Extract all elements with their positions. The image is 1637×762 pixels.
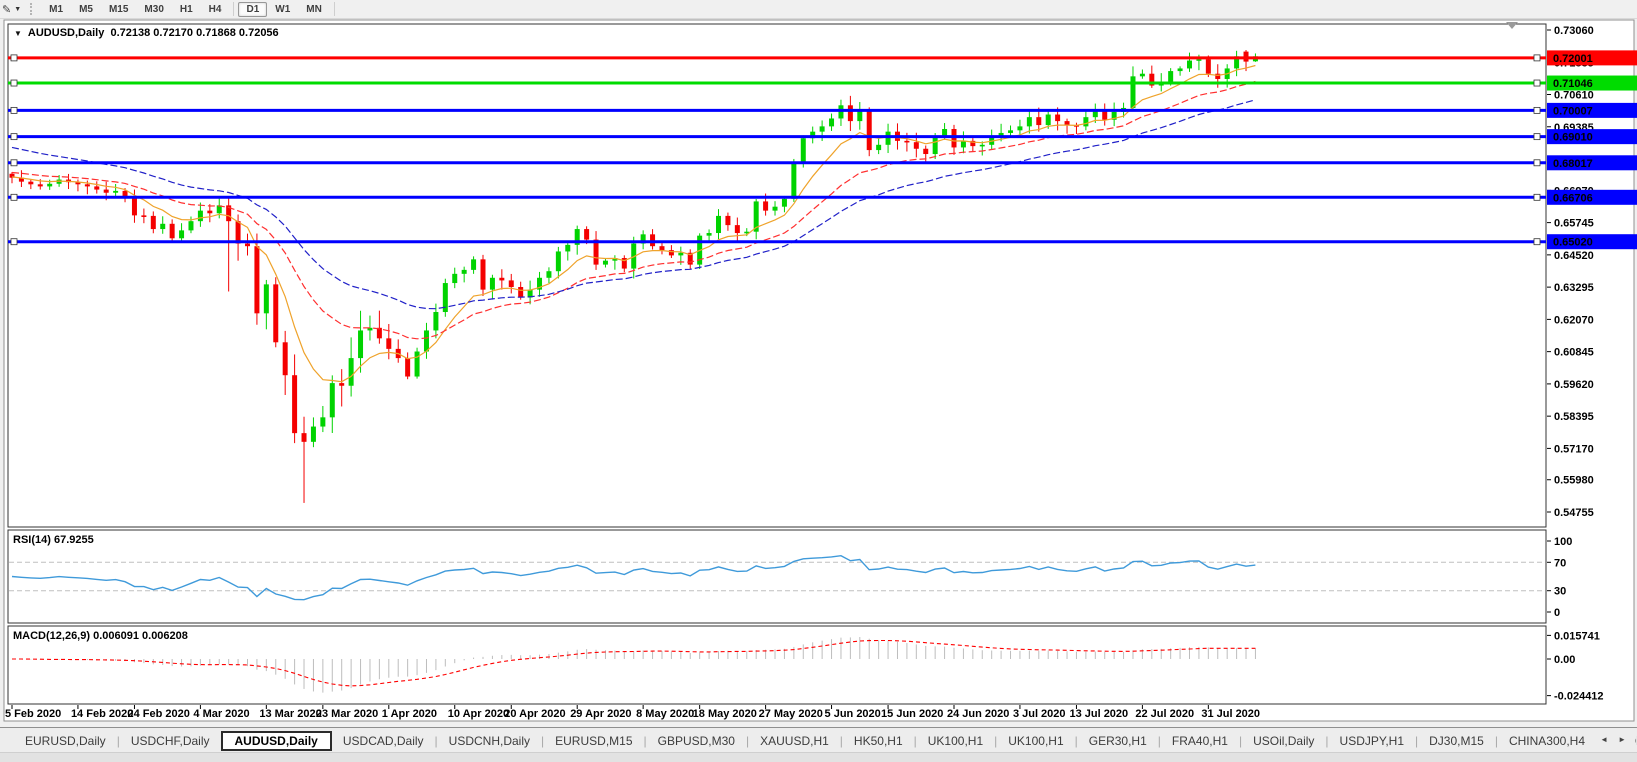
svg-text:18 May 2020: 18 May 2020 <box>693 708 757 720</box>
chart-canvas[interactable]: 0.730600.718350.706100.693850.681600.669… <box>0 0 1637 727</box>
tab-eurusd-daily[interactable]: EURUSD,Daily <box>14 732 117 750</box>
chart-tab-bar: EURUSD,Daily|USDCHF,DailyAUDUSD,DailyUSD… <box>0 727 1637 753</box>
svg-text:0.68017: 0.68017 <box>1553 158 1593 170</box>
chart-title: ▼ AUDUSD,Daily 0.72138 0.72170 0.71868 0.… <box>14 27 279 39</box>
svg-text:0.64520: 0.64520 <box>1554 250 1594 262</box>
svg-text:13 Mar 2020: 13 Mar 2020 <box>259 708 321 720</box>
svg-text:0: 0 <box>1554 607 1560 619</box>
svg-text:24 Jun 2020: 24 Jun 2020 <box>947 708 1009 720</box>
tab-usoil-daily[interactable]: USOil,Daily <box>1242 732 1325 750</box>
rsi-indicator-label: RSI(14) 67.9255 <box>13 534 94 546</box>
svg-text:70: 70 <box>1554 557 1566 569</box>
status-strip <box>0 752 1637 762</box>
tab-dj30-m15[interactable]: DJ30,M15 <box>1418 732 1495 750</box>
svg-text:5 Feb 2020: 5 Feb 2020 <box>5 708 61 720</box>
tab-china300-h4[interactable]: CHINA300,H4 <box>1498 732 1596 750</box>
tab-usdchf-daily[interactable]: USDCHF,Daily <box>120 732 221 750</box>
svg-text:0.69010: 0.69010 <box>1553 132 1593 144</box>
tab-ger30-h1[interactable]: GER30,H1 <box>1078 732 1158 750</box>
svg-text:0.58395: 0.58395 <box>1554 411 1594 423</box>
svg-text:0.59620: 0.59620 <box>1554 379 1594 391</box>
collapse-indicator-icon[interactable]: ▼ <box>14 29 22 38</box>
tab-fra40-h1[interactable]: FRA40,H1 <box>1161 732 1239 750</box>
svg-text:0.57170: 0.57170 <box>1554 443 1594 455</box>
svg-text:15 Jun 2020: 15 Jun 2020 <box>881 708 943 720</box>
svg-text:0.66706: 0.66706 <box>1553 192 1593 204</box>
svg-text:0.70610: 0.70610 <box>1554 90 1594 102</box>
svg-text:0.65745: 0.65745 <box>1554 218 1594 230</box>
svg-text:10 Apr 2020: 10 Apr 2020 <box>448 708 509 720</box>
svg-text:23 Mar 2020: 23 Mar 2020 <box>316 708 378 720</box>
svg-text:0.72001: 0.72001 <box>1553 53 1593 65</box>
svg-text:-0.024412: -0.024412 <box>1554 691 1604 703</box>
svg-text:8 May 2020: 8 May 2020 <box>636 708 694 720</box>
svg-text:30: 30 <box>1554 586 1566 598</box>
tab-eurusd-m15[interactable]: EURUSD,M15 <box>544 732 643 750</box>
ohlc-values: 0.72138 0.72170 0.71868 0.72056 <box>110 27 278 39</box>
tab-uk100-h1[interactable]: UK100,H1 <box>917 732 994 750</box>
svg-text:0.73060: 0.73060 <box>1554 25 1594 37</box>
tab-usdcad-daily[interactable]: USDCAD,Daily <box>332 732 435 750</box>
macd-indicator-label: MACD(12,26,9) 0.006091 0.006208 <box>13 630 188 642</box>
svg-text:24 Feb 2020: 24 Feb 2020 <box>127 708 189 720</box>
tab-uk100-h1[interactable]: UK100,H1 <box>997 732 1074 750</box>
svg-text:100: 100 <box>1554 536 1572 548</box>
svg-text:4 Mar 2020: 4 Mar 2020 <box>193 708 249 720</box>
svg-text:0.60845: 0.60845 <box>1554 347 1594 359</box>
svg-text:31 Jul 2020: 31 Jul 2020 <box>1201 708 1260 720</box>
svg-text:0.00: 0.00 <box>1554 654 1575 666</box>
svg-text:0.63295: 0.63295 <box>1554 282 1594 294</box>
svg-text:1 Apr 2020: 1 Apr 2020 <box>382 708 437 720</box>
tab-xauusd-h1[interactable]: XAUUSD,H1 <box>749 732 840 750</box>
tab-hk50-h1[interactable]: HK50,H1 <box>843 732 914 750</box>
svg-text:29 Apr 2020: 29 Apr 2020 <box>570 708 631 720</box>
svg-text:0.015741: 0.015741 <box>1554 630 1600 642</box>
tab-scroll-arrows: ◄ ► <box>1591 729 1635 750</box>
svg-text:0.54755: 0.54755 <box>1554 507 1594 519</box>
panel-frames <box>8 24 1546 704</box>
svg-text:0.62070: 0.62070 <box>1554 314 1594 326</box>
svg-text:14 Feb 2020: 14 Feb 2020 <box>71 708 133 720</box>
symbol-period-label: AUDUSD,Daily <box>28 27 104 39</box>
svg-text:5 Jun 2020: 5 Jun 2020 <box>825 708 881 720</box>
svg-text:20 Apr 2020: 20 Apr 2020 <box>504 708 565 720</box>
tab-usdcnh-daily[interactable]: USDCNH,Daily <box>438 732 541 750</box>
tab-gbpusd-m30[interactable]: GBPUSD,M30 <box>647 732 746 750</box>
svg-text:22 Jul 2020: 22 Jul 2020 <box>1135 708 1194 720</box>
scroll-left-icon[interactable]: ◄ <box>1595 735 1613 744</box>
svg-text:0.65020: 0.65020 <box>1553 237 1593 249</box>
svg-text:0.71046: 0.71046 <box>1553 78 1593 90</box>
mt4-window: ✎ ▼ M1M5M15M30H1H4D1W1MN 0.730600.718350… <box>0 0 1637 762</box>
tab-audusd-daily[interactable]: AUDUSD,Daily <box>221 731 332 751</box>
svg-text:0.70007: 0.70007 <box>1553 105 1593 117</box>
svg-text:27 May 2020: 27 May 2020 <box>759 708 823 720</box>
scroll-right-icon[interactable]: ► <box>1613 735 1631 744</box>
svg-text:0.55980: 0.55980 <box>1554 475 1594 487</box>
svg-text:13 Jul 2020: 13 Jul 2020 <box>1069 708 1128 720</box>
tab-usdjpy-h1[interactable]: USDJPY,H1 <box>1329 732 1415 750</box>
svg-text:3 Jul 2020: 3 Jul 2020 <box>1013 708 1066 720</box>
